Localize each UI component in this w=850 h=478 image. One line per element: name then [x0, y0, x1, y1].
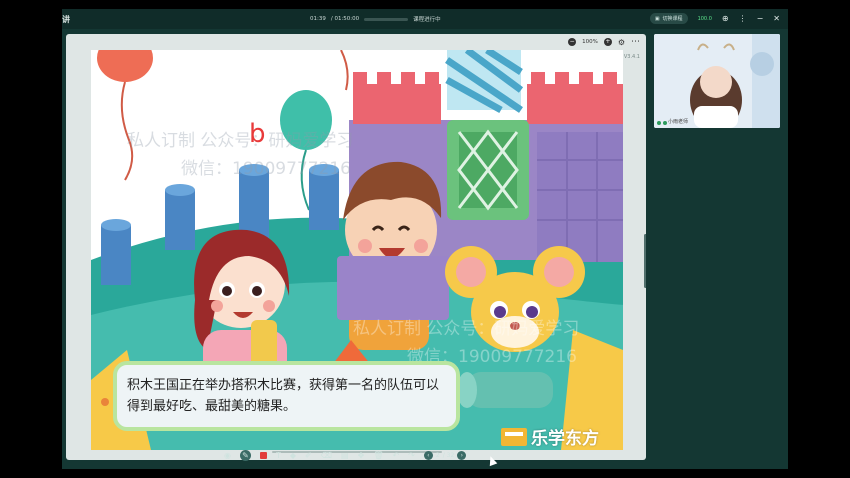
minimize-icon[interactable]: −: [757, 14, 764, 24]
zoom-icon[interactable]: ⊕: [722, 14, 729, 24]
mic-icon: [657, 121, 661, 125]
teacher-video-frame: [654, 34, 780, 128]
current-page: 2: [435, 452, 440, 459]
undo-icon[interactable]: ↶: [392, 451, 399, 460]
pen-icon[interactable]: ✎: [239, 450, 251, 461]
window-controls: ▣ 切换课程 100.0 ⊕ ⋮ − ✕: [649, 13, 780, 24]
color-swatch[interactable]: [259, 452, 267, 459]
board-toolbar: − 100% + ⚙ ⋯: [568, 37, 640, 47]
time-elapsed: 01:39: [310, 16, 326, 22]
zoom-level: 100%: [582, 39, 598, 45]
prev-page-button[interactable]: ‹: [423, 451, 433, 460]
watermark-line2: 微信：19009777216: [181, 159, 351, 179]
zoom-in-button[interactable]: +: [603, 38, 612, 46]
close-icon[interactable]: ✕: [773, 14, 780, 24]
text-tool-icon[interactable]: T: [276, 451, 281, 460]
video-status-icons: [657, 121, 667, 125]
teacher-name: 小雨老师: [668, 119, 689, 125]
redo-icon[interactable]: ↷: [408, 451, 415, 460]
next-page-button[interactable]: ›: [457, 451, 467, 460]
eraser-icon[interactable]: ◆: [290, 451, 296, 460]
image-icon[interactable]: ▤: [341, 451, 349, 460]
watermark-line1: 私人订制 公众号：研妈爱学习: [127, 131, 353, 151]
more-vertical-icon[interactable]: ⋮: [739, 14, 747, 24]
clear-icon[interactable]: ⌫: [321, 451, 332, 460]
slide-content: b 私人订制 公众号：研妈爱学习 微信：19009777216 私人订制 公众号…: [91, 50, 623, 450]
camera-icon: [663, 121, 667, 125]
lesson-status: 课程进行中: [413, 17, 441, 23]
zoom-out-button[interactable]: −: [568, 38, 577, 46]
top-bar: 讲 01:39 / 01:50:00 课程进行中 ▣ 切换课程 100.0 ⊕ …: [62, 9, 788, 29]
time-total: / 01:50:00: [330, 16, 360, 22]
total-pages: / 32: [442, 452, 455, 459]
more-horizontal-icon[interactable]: ⋯: [631, 37, 640, 47]
highlighter-icon[interactable]: ✐: [305, 451, 312, 460]
move-icon[interactable]: ✥: [358, 451, 365, 460]
switch-layout-button[interactable]: ▣ 切换课程: [649, 13, 688, 24]
drawing-toolbar: ◉ ✎ T ◆ ✐ ⌫ ▤ ✥ 🗑 ↶ ↷ ‹ 2 / 32 ›: [224, 450, 467, 461]
window-title: 讲: [62, 15, 70, 24]
switch-layout-label: 切换课程: [662, 16, 683, 22]
fps-readout: 100.0: [697, 15, 712, 22]
watermark-line3: 私人订制 公众号：研妈爱学习: [353, 319, 579, 339]
story-caption: 积木王国正在举办搭积木比赛，获得第一名的队伍可以得到最好吃、最甜美的糖果。: [113, 361, 460, 431]
layout-icon: ▣: [654, 15, 660, 22]
record-icon[interactable]: ◉: [224, 451, 231, 460]
brand-logo: 乐学东方: [501, 424, 599, 449]
book-icon: [501, 427, 527, 446]
teacher-video: 小雨老师: [654, 34, 780, 128]
brand-name: 乐学东方: [531, 429, 599, 449]
page-navigator: ‹ 2 / 32 ›: [423, 451, 467, 460]
lesson-progress-bar: [364, 17, 409, 21]
whiteboard: − 100% + ⚙ ⋯ V3.4.1 b 私人订制 公众号：研妈爱学习 微信：…: [66, 34, 646, 460]
blue-cylinder: [101, 225, 131, 285]
lesson-timer: 01:39 / 01:50:00 课程进行中: [310, 15, 441, 23]
vertical-scrollbar[interactable]: [644, 234, 646, 288]
settings-icon[interactable]: ⚙: [618, 38, 625, 47]
version-label: V3.4.1: [623, 54, 640, 60]
delete-icon[interactable]: 🗑: [373, 451, 383, 460]
purple-block: [337, 256, 449, 320]
